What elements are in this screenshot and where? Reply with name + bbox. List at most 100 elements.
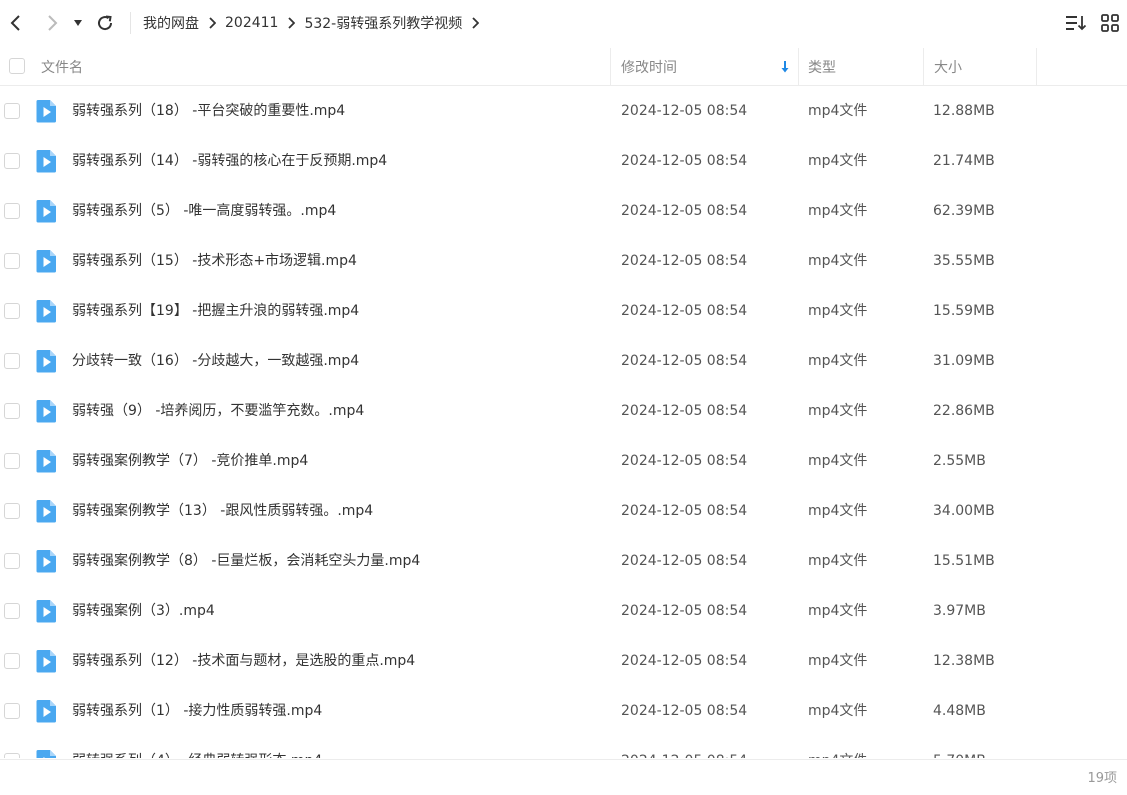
file-name[interactable]: 弱转强案例教学（7） -竞价推单.mp4 bbox=[72, 436, 308, 486]
column-header-time-label: 修改时间 bbox=[621, 59, 677, 76]
video-file-icon bbox=[36, 650, 56, 673]
sort-list-icon bbox=[1066, 16, 1087, 31]
file-type: mp4文件 bbox=[808, 153, 868, 169]
refresh-icon bbox=[98, 15, 113, 31]
row-checkbox[interactable] bbox=[4, 703, 20, 719]
row-checkbox[interactable] bbox=[4, 603, 20, 619]
file-size: 22.86MB bbox=[933, 403, 995, 419]
file-row[interactable]: 弱转强案例教学（13） -跟风性质弱转强。.mp4 2024-12-05 08:5… bbox=[0, 486, 1127, 536]
row-checkbox[interactable] bbox=[4, 653, 20, 669]
file-name[interactable]: 弱转强系列（12） -技术面与题材，是选股的重点.mp4 bbox=[72, 636, 415, 686]
column-header-size[interactable]: 大小 bbox=[924, 47, 1037, 86]
file-row[interactable]: 弱转强系列（1） -接力性质弱转强.mp4 2024-12-05 08:54 mp4… bbox=[0, 686, 1127, 736]
sort-button[interactable] bbox=[1059, 8, 1093, 38]
row-checkbox[interactable] bbox=[4, 753, 20, 758]
file-row[interactable]: 分歧转一致（16） -分歧越大，一致越强.mp4 2024-12-05 08:54… bbox=[0, 336, 1127, 386]
file-type: mp4文件 bbox=[808, 553, 868, 569]
file-size: 31.09MB bbox=[933, 353, 995, 369]
row-checkbox[interactable] bbox=[4, 553, 20, 569]
file-row[interactable]: 弱转强案例教学（8） -巨量烂板，会消耗空头力量.mp4 2024-12-05 0… bbox=[0, 536, 1127, 586]
refresh-button[interactable] bbox=[90, 8, 120, 38]
file-name[interactable]: 弱转强案例教学（8） -巨量烂板，会消耗空头力量.mp4 bbox=[72, 536, 420, 586]
file-modified-time: 2024-12-05 08:54 bbox=[621, 353, 748, 369]
file-row[interactable]: 弱转强系列【19】 -把握主升浪的弱转强.mp4 2024-12-05 08:54… bbox=[0, 286, 1127, 336]
file-row[interactable]: 弱转强系列（18） -平台突破的重要性.mp4 2024-12-05 08:54 m… bbox=[0, 86, 1127, 136]
file-name[interactable]: 弱转强（9） -培养阅历，不要滥竽充数。.mp4 bbox=[72, 386, 364, 436]
row-checkbox[interactable] bbox=[4, 153, 20, 169]
file-name[interactable]: 弱转强案例教学（13） -跟风性质弱转强。.mp4 bbox=[72, 486, 373, 536]
column-header-size-label: 大小 bbox=[934, 59, 962, 76]
row-checkbox[interactable] bbox=[4, 203, 20, 219]
file-name[interactable]: 弱转强系列（15） -技术形态+市场逻辑.mp4 bbox=[72, 236, 357, 286]
file-name[interactable]: 弱转强系列（1） -接力性质弱转强.mp4 bbox=[72, 686, 322, 736]
row-checkbox[interactable] bbox=[4, 103, 20, 119]
file-modified-time: 2024-12-05 08:54 bbox=[621, 303, 748, 319]
item-count: 19项 bbox=[1087, 771, 1117, 786]
file-name[interactable]: 弱转强案例（3）.mp4 bbox=[72, 586, 215, 636]
file-type: mp4文件 bbox=[808, 403, 868, 419]
file-size: 4.48MB bbox=[933, 703, 986, 719]
file-row[interactable]: 弱转强系列（5） -唯一高度弱转强。.mp4 2024-12-05 08:54 mp… bbox=[0, 186, 1127, 236]
chevron-right-icon bbox=[48, 15, 58, 31]
video-file-icon bbox=[36, 100, 56, 123]
breadcrumb-item-current[interactable]: 532-弱转强系列教学视频 bbox=[300, 13, 466, 33]
file-row[interactable]: 弱转强（9） -培养阅历，不要滥竽充数。.mp4 2024-12-05 08:54… bbox=[0, 386, 1127, 436]
file-row[interactable]: 弱转强案例（3）.mp4 2024-12-05 08:54 mp4文件 3.97MB bbox=[0, 586, 1127, 636]
breadcrumb-item-folder[interactable]: 202411 bbox=[221, 15, 282, 31]
file-list-header: 文件名 修改时间 类型 大小 bbox=[0, 47, 1127, 86]
file-row[interactable]: 弱转强系列（14） -弱转强的核心在于反预期.mp4 2024-12-05 08:… bbox=[0, 136, 1127, 186]
row-checkbox[interactable] bbox=[4, 303, 20, 319]
file-name[interactable]: 弱转强系列（14） -弱转强的核心在于反预期.mp4 bbox=[72, 136, 387, 186]
forward-button[interactable] bbox=[38, 8, 68, 38]
file-size: 12.38MB bbox=[933, 653, 995, 669]
file-name[interactable]: 弱转强系列（5） -唯一高度弱转强。.mp4 bbox=[72, 186, 336, 236]
file-size: 62.39MB bbox=[933, 203, 995, 219]
row-checkbox[interactable] bbox=[4, 353, 20, 369]
file-modified-time: 2024-12-05 08:54 bbox=[621, 603, 748, 619]
file-type: mp4文件 bbox=[808, 503, 868, 519]
file-row[interactable]: 弱转强案例教学（7） -竞价推单.mp4 2024-12-05 08:54 mp4文… bbox=[0, 436, 1127, 486]
file-name[interactable]: 弱转强系列（18） -平台突破的重要性.mp4 bbox=[72, 86, 345, 136]
history-dropdown-button[interactable] bbox=[68, 8, 88, 38]
file-name[interactable]: 弱转强系列【19】 -把握主升浪的弱转强.mp4 bbox=[72, 286, 359, 336]
column-header-name[interactable]: 文件名 bbox=[0, 47, 611, 86]
row-checkbox[interactable] bbox=[4, 253, 20, 269]
file-size: 34.00MB bbox=[933, 503, 995, 519]
breadcrumb-item-root[interactable]: 我的网盘 bbox=[139, 13, 203, 33]
file-name[interactable]: 分歧转一致（16） -分歧越大，一致越强.mp4 bbox=[72, 336, 359, 386]
column-header-name-label: 文件名 bbox=[41, 59, 83, 76]
file-modified-time: 2024-12-05 08:54 bbox=[621, 253, 748, 269]
file-type: mp4文件 bbox=[808, 453, 868, 469]
grid-view-button[interactable] bbox=[1093, 8, 1127, 38]
file-list: 弱转强系列（18） -平台突破的重要性.mp4 2024-12-05 08:54 m… bbox=[0, 86, 1127, 758]
file-type: mp4文件 bbox=[808, 303, 868, 319]
row-checkbox[interactable] bbox=[4, 403, 20, 419]
video-file-icon bbox=[36, 300, 56, 323]
file-modified-time: 2024-12-05 08:54 bbox=[621, 653, 748, 669]
file-modified-time: 2024-12-05 08:54 bbox=[621, 453, 748, 469]
toolbar: 我的网盘 202411 532-弱转强系列教学视频 bbox=[0, 0, 1127, 46]
column-header-time[interactable]: 修改时间 bbox=[611, 47, 799, 86]
file-modified-time: 2024-12-05 08:54 bbox=[621, 503, 748, 519]
breadcrumb: 我的网盘 202411 532-弱转强系列教学视频 bbox=[139, 13, 484, 33]
video-file-icon bbox=[36, 350, 56, 373]
file-name[interactable]: 弱转强系列（4） -经典弱转强形态.mp4 bbox=[72, 736, 322, 758]
column-header-type-label: 类型 bbox=[808, 59, 836, 76]
row-checkbox[interactable] bbox=[4, 453, 20, 469]
file-row[interactable]: 弱转强系列（15） -技术形态+市场逻辑.mp4 2024-12-05 08:54… bbox=[0, 236, 1127, 286]
file-row[interactable]: 弱转强系列（12） -技术面与题材，是选股的重点.mp4 2024-12-05 0… bbox=[0, 636, 1127, 686]
video-file-icon bbox=[36, 700, 56, 723]
file-type: mp4文件 bbox=[808, 703, 868, 719]
column-header-type[interactable]: 类型 bbox=[799, 47, 924, 86]
sort-descending-icon bbox=[781, 60, 789, 72]
file-size: 15.51MB bbox=[933, 553, 995, 569]
file-type: mp4文件 bbox=[808, 603, 868, 619]
video-file-icon bbox=[36, 550, 56, 573]
file-size: 12.88MB bbox=[933, 103, 995, 119]
chevron-left-icon bbox=[10, 15, 20, 31]
back-button[interactable] bbox=[0, 8, 30, 38]
row-checkbox[interactable] bbox=[4, 503, 20, 519]
file-modified-time: 2024-12-05 08:54 bbox=[621, 553, 748, 569]
file-size: 2.55MB bbox=[933, 453, 986, 469]
file-row[interactable]: 弱转强系列（4） -经典弱转强形态.mp4 2024-12-05 08:54 mp4… bbox=[0, 736, 1127, 758]
